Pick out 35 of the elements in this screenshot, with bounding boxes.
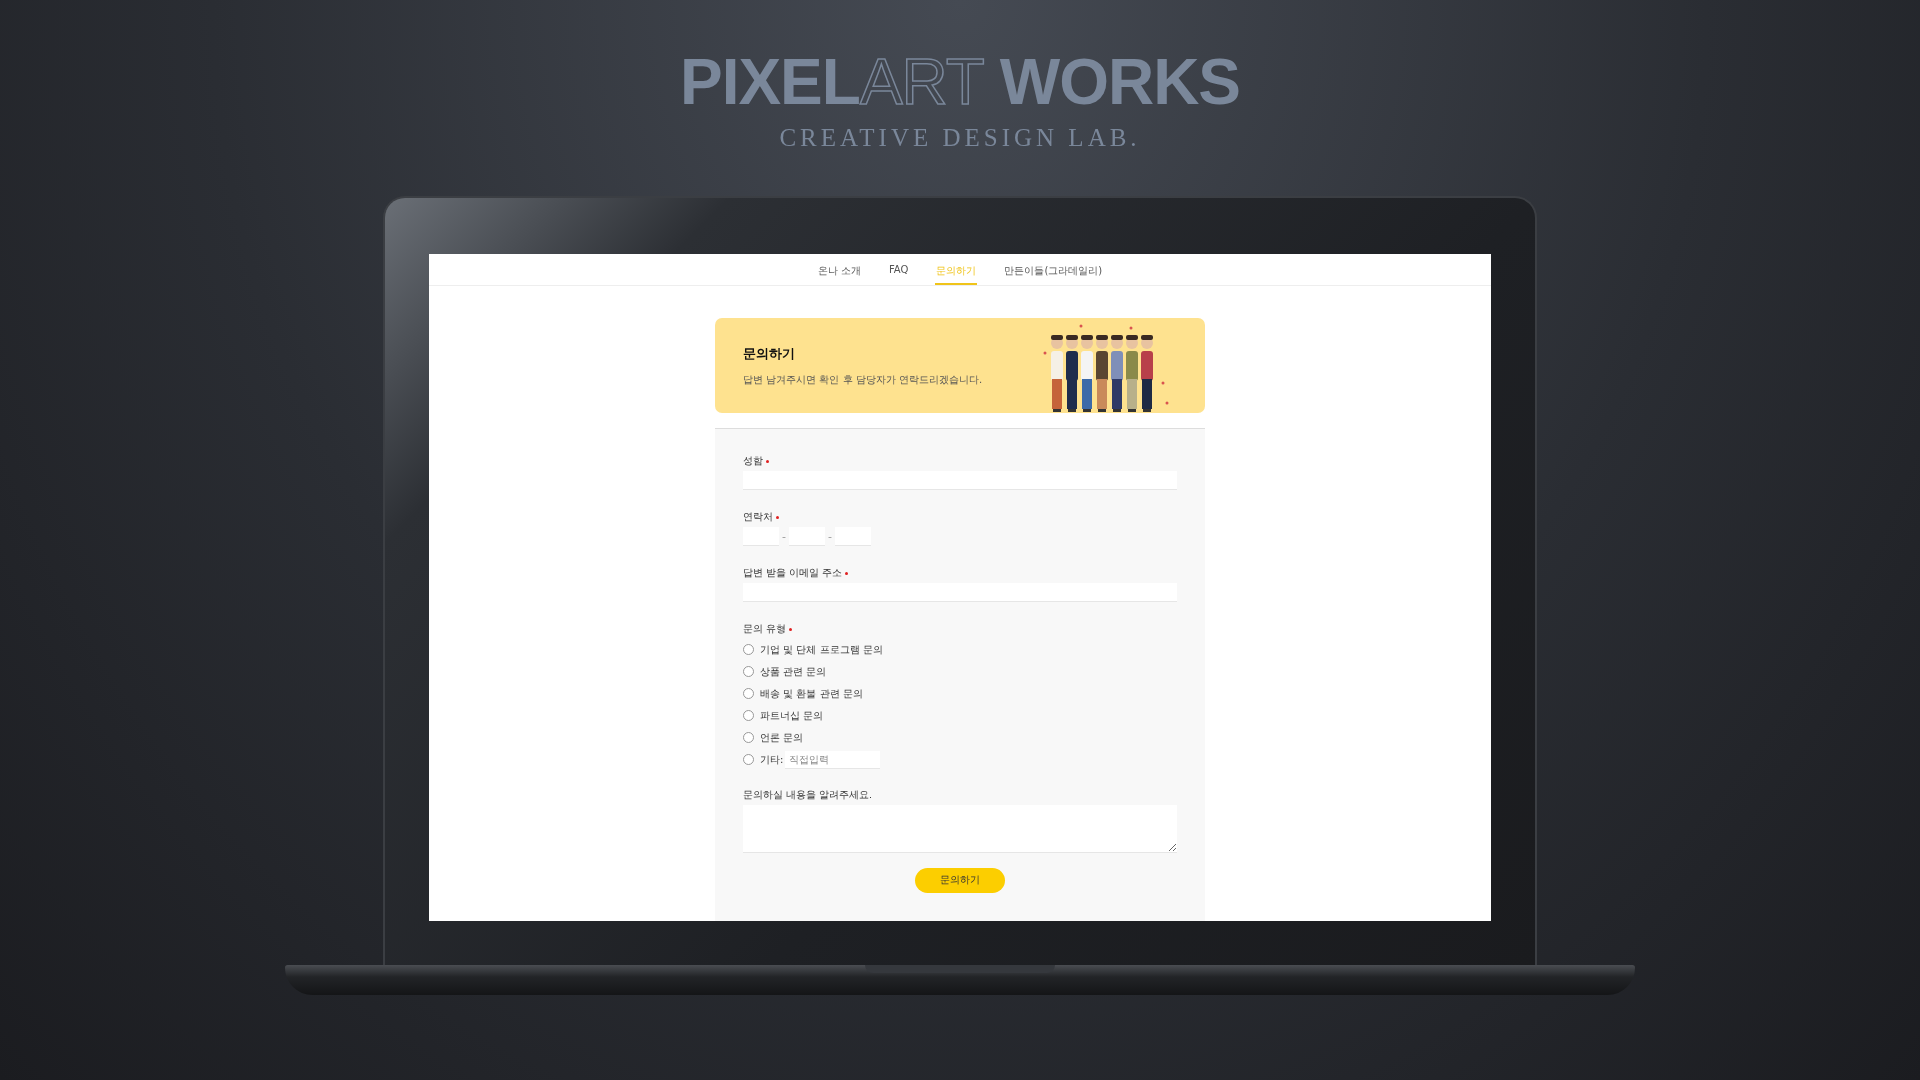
field-label: 문의하실 내용을 알려주세요. (743, 789, 873, 802)
nav-link[interactable]: 만든이들(그라데일리) (1003, 264, 1104, 285)
banner-title: 문의하기 (743, 344, 796, 363)
banner-subtitle: 답변 남겨주시면 확인 후 담당자가 연락드리겠습니다. (743, 372, 983, 387)
option-label: 배송 및 환불 관련 문의 (760, 686, 863, 701)
radio-button[interactable] (743, 688, 754, 699)
option-label: 기업 및 단체 프로그램 문의 (760, 642, 883, 657)
option-label: 언론 문의 (760, 730, 804, 745)
field-label: 답변 받을 이메일 주소 (743, 567, 843, 580)
separator: - (782, 530, 786, 543)
input-field[interactable] (743, 471, 1177, 490)
radio-button[interactable] (743, 754, 754, 765)
logo-text: WORKS (999, 50, 1241, 114)
field-label: 문의 유형 (743, 623, 787, 636)
field-label: 연락처 (743, 511, 773, 524)
tagline: CREATIVE DESIGN LAB. (779, 124, 1141, 152)
logo-outline-text: ART (859, 50, 984, 114)
nav-link[interactable]: FAQ (888, 264, 910, 285)
option-label: 상품 관련 문의 (760, 664, 827, 679)
phone-field[interactable] (834, 527, 871, 546)
phone-field[interactable] (789, 527, 825, 546)
logo-text: PIXEL (679, 50, 860, 114)
other-input-field[interactable]: 직접입력 (785, 750, 881, 769)
separator: - (828, 530, 832, 543)
radio-button[interactable] (743, 644, 754, 655)
option-label: 기타: (760, 752, 784, 767)
nav-link[interactable]: 온나 소개 (816, 264, 862, 285)
radio-button[interactable] (743, 666, 754, 677)
input-field[interactable] (743, 583, 1177, 602)
option-label: 파트너십 문의 (760, 708, 824, 723)
radio-button[interactable] (743, 710, 754, 721)
phone-field[interactable] (743, 527, 779, 546)
radio-button[interactable] (743, 732, 754, 743)
submit-button[interactable]: 문의하기 (915, 868, 1005, 893)
field-label: 성함 (743, 455, 763, 468)
